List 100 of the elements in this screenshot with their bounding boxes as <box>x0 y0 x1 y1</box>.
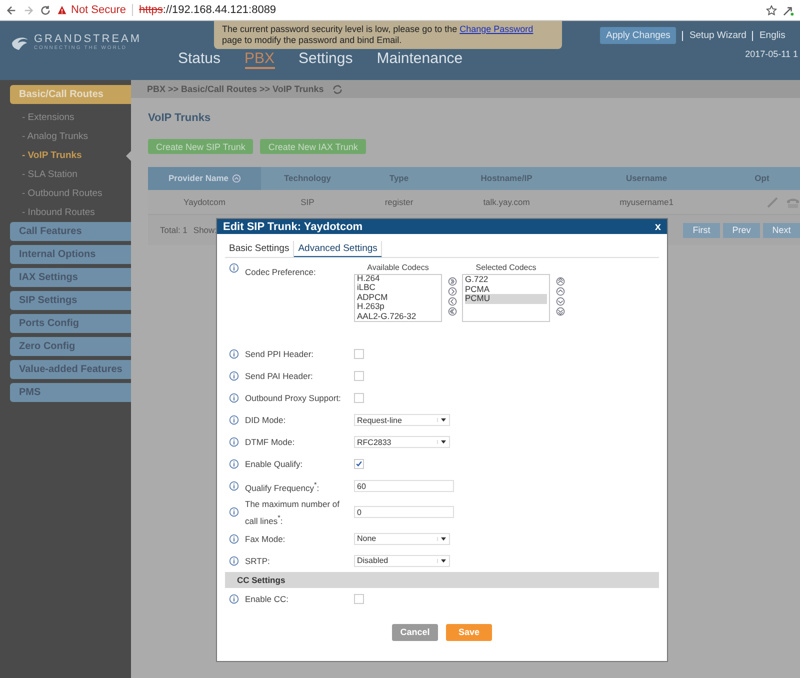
pager-button[interactable]: First <box>683 222 720 238</box>
checkbox[interactable] <box>354 393 364 403</box>
cancel-button[interactable]: Cancel <box>392 624 438 641</box>
table-cell-text: Yaydotcom <box>182 197 226 207</box>
star-icon[interactable] <box>766 4 777 16</box>
codec-option[interactable]: H.263p <box>357 302 439 312</box>
pager-button[interactable]: Next <box>763 222 800 238</box>
nav-tab[interactable]: Maintenance <box>376 50 463 69</box>
input-field[interactable]: 60 <box>354 480 454 492</box>
move-arrow-icon[interactable] <box>448 287 457 296</box>
change-password-link[interactable]: Change Password <box>460 24 534 34</box>
info-icon[interactable] <box>229 507 239 518</box>
order-arrow-icon[interactable] <box>556 307 565 316</box>
sidebar-item[interactable]: - Analog Trunks <box>0 127 131 146</box>
sidebar-group[interactable]: Ports Config <box>10 314 131 333</box>
info-icon[interactable] <box>229 349 239 359</box>
checkbox[interactable] <box>354 371 364 381</box>
input-field[interactable]: 0 <box>354 506 454 518</box>
save-button[interactable]: Save <box>446 624 492 641</box>
sidebar-item[interactable]: - SLA Station <box>0 165 131 184</box>
column-header[interactable]: Provider Name <box>148 167 261 190</box>
table-cell-text: SIP <box>300 197 316 207</box>
nav-tab[interactable]: PBX <box>244 50 275 69</box>
selected-codecs-list[interactable]: G.722 PCMA PCMU <box>462 274 550 322</box>
field-label: DTMF Mode: <box>245 436 296 449</box>
list-title: Selected Codecs <box>476 263 536 272</box>
sidebar-group[interactable]: Call Features <box>10 222 131 241</box>
sidebar-group[interactable]: SIP Settings <box>10 291 131 310</box>
checkbox[interactable] <box>354 349 364 359</box>
logo-icon <box>10 34 30 50</box>
sidebar-group[interactable]: Zero Config <box>10 337 131 356</box>
reload-icon[interactable] <box>40 4 51 16</box>
field-label: SRTP: <box>245 554 271 568</box>
sidebar-group[interactable]: Value-added Features <box>10 360 131 379</box>
column-header[interactable]: Type <box>354 167 444 190</box>
info-icon[interactable] <box>229 393 239 403</box>
sidebar-group[interactable]: PMS <box>10 383 131 402</box>
sidebar-group[interactable]: Internal Options <box>10 245 131 264</box>
logo-text: GRANDSTREAM <box>34 33 142 45</box>
dropdown[interactable]: Request-line <box>354 414 450 426</box>
settings-tab[interactable]: Basic Settings <box>225 241 294 257</box>
dropdown[interactable]: Disabled <box>354 554 450 567</box>
info-icon[interactable] <box>229 481 239 491</box>
info-icon[interactable] <box>229 263 239 273</box>
refresh-icon[interactable] <box>332 84 343 94</box>
sidebar-item[interactable]: - Extensions <box>0 108 131 127</box>
close-button[interactable]: x <box>654 220 661 232</box>
create-trunk-button[interactable]: Create New IAX Trunk <box>260 139 366 154</box>
info-icon[interactable] <box>229 415 239 425</box>
checkbox[interactable] <box>354 459 364 469</box>
password-notice: The current password security level is low, please go to the Change Password page to modify the password and bind Email. <box>214 21 562 49</box>
column-header[interactable]: Hostname/IP <box>444 167 569 190</box>
codec-option[interactable]: ADPCM <box>357 292 439 302</box>
info-icon[interactable] <box>229 594 239 604</box>
header-link[interactable]: Setup Wizard <box>689 30 746 41</box>
sort-icon[interactable] <box>232 174 240 184</box>
order-arrow-icon[interactable] <box>556 297 565 306</box>
nav-tab[interactable]: Status <box>178 50 221 69</box>
move-arrow-icon[interactable] <box>448 277 457 286</box>
sidebar-item[interactable]: - Outbound Routes <box>0 184 131 203</box>
info-icon[interactable] <box>229 371 239 381</box>
codec-option[interactable]: G.722 <box>465 275 547 284</box>
info-icon[interactable] <box>229 534 239 544</box>
pager-button[interactable]: Prev <box>723 222 760 238</box>
address-field[interactable]: Not Secure https://192.168.44.121:8089 <box>57 2 760 18</box>
dialog-title: Edit SIP Trunk: Yaydotcom <box>223 220 363 232</box>
info-icon[interactable] <box>229 459 239 469</box>
checkbox[interactable] <box>354 594 364 604</box>
dropdown[interactable]: None <box>354 532 450 545</box>
apply-changes-button[interactable]: Apply Changes <box>600 27 676 44</box>
table-cell-text: register <box>384 197 414 207</box>
header-link[interactable]: Englis <box>759 30 786 41</box>
breadcrumb: PBX >> Basic/Call Routes >> VoIP Trunks <box>147 84 324 94</box>
sidebar-group[interactable]: IAX Settings <box>10 268 131 287</box>
move-arrow-icon[interactable] <box>448 307 457 316</box>
column-header[interactable]: Opt <box>724 167 800 190</box>
sidebar-item[interactable]: - Inbound Routes <box>0 203 131 222</box>
settings-tab[interactable]: Advanced Settings <box>294 241 382 257</box>
extension-icon[interactable] <box>783 4 794 16</box>
codec-option[interactable]: PCMA <box>465 284 547 294</box>
create-trunk-button[interactable]: Create New SIP Trunk <box>148 139 254 154</box>
order-arrow-icon[interactable] <box>556 287 565 296</box>
info-icon[interactable] <box>229 437 239 447</box>
show-label: Show: <box>193 225 218 235</box>
back-arrow-icon[interactable] <box>6 4 17 16</box>
field-label: DID Mode: <box>245 414 287 427</box>
codec-option[interactable]: PCMU <box>465 294 547 304</box>
move-arrow-icon[interactable] <box>448 297 457 306</box>
column-header[interactable]: Technology <box>261 167 354 190</box>
sidebar-group[interactable]: Basic/Call Routes <box>10 85 131 104</box>
order-arrow-icon[interactable] <box>556 277 565 286</box>
field-label: Send PPI Header: <box>245 348 315 361</box>
codec-option[interactable]: iLBC <box>357 283 439 292</box>
dropdown[interactable]: RFC2833 <box>354 436 450 448</box>
codec-option[interactable]: AAL2-G.726-32 <box>357 312 439 321</box>
table-cell-text: talk.yay.com <box>482 197 531 207</box>
nav-tab[interactable]: Settings <box>298 50 353 69</box>
column-header[interactable]: Username <box>569 167 724 190</box>
info-icon[interactable] <box>229 556 239 566</box>
sidebar-item[interactable]: - VoIP Trunks <box>0 146 131 165</box>
